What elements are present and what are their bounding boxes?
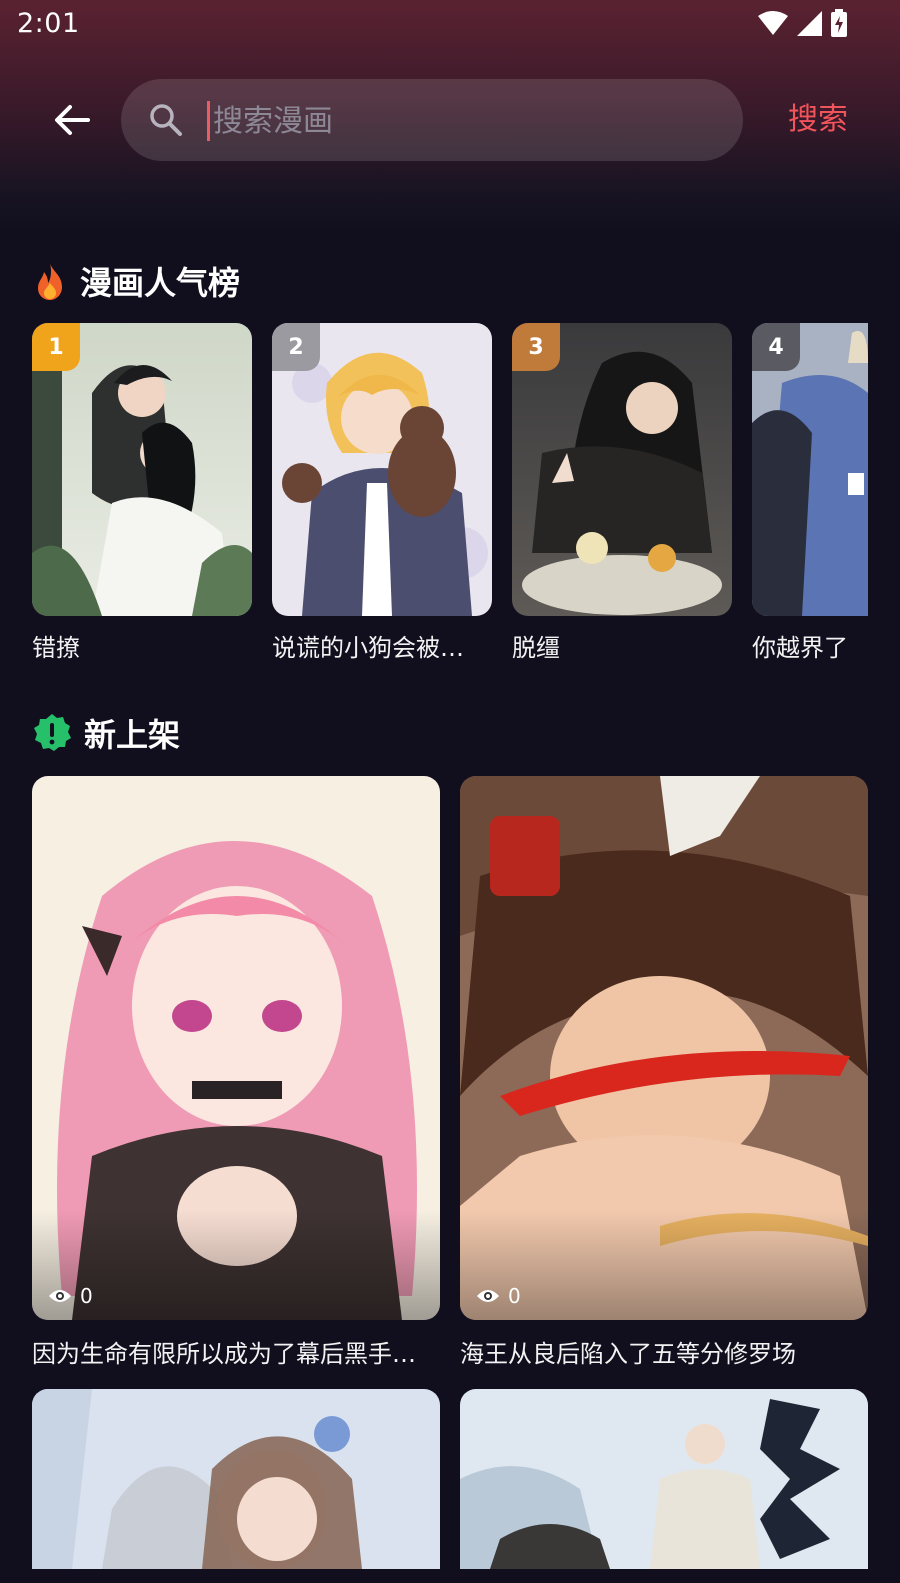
comic-title: 说谎的小狗会被吃掉: [272, 634, 484, 662]
ranking-card[interactable]: 1 错撩: [32, 323, 252, 663]
status-bar: 2:01: [0, 0, 900, 50]
new-releases-header: 新上架: [32, 710, 180, 756]
cellular-signal-icon: [796, 10, 822, 36]
comic-title: 海王从良后陷入了五等分修罗场: [460, 1340, 796, 1368]
new-releases-title: 新上架: [84, 716, 181, 754]
comic-title: 你越界了: [752, 634, 848, 662]
ranking-title: 漫画人气榜: [80, 264, 241, 302]
new-badge-icon: [32, 713, 72, 753]
comic-cover[interactable]: 4: [752, 323, 868, 616]
new-release-card[interactable]: [32, 1389, 440, 1583]
fire-icon: [32, 261, 68, 301]
rank-badge: 3: [512, 323, 560, 371]
comic-cover[interactable]: [460, 1389, 868, 1569]
search-button[interactable]: 搜索: [772, 96, 864, 144]
comic-cover[interactable]: [32, 1389, 440, 1569]
search-icon: [149, 103, 183, 137]
back-button[interactable]: [44, 92, 100, 148]
battery-charging-icon: [830, 9, 848, 37]
cover-shade: [32, 1210, 440, 1320]
ranking-carousel[interactable]: 1 错撩 2 说谎的小狗会被吃掉 3 脱缰 4 你越界了: [32, 323, 868, 683]
new-release-card[interactable]: [460, 1389, 868, 1583]
view-count: 0: [48, 1284, 93, 1308]
view-count: 0: [476, 1284, 521, 1308]
ranking-header: 漫画人气榜: [32, 258, 240, 304]
rank-badge: 2: [272, 323, 320, 371]
rank-badge: 1: [32, 323, 80, 371]
search-input[interactable]: [211, 97, 715, 145]
eye-icon: [48, 1288, 72, 1304]
arrow-left-icon: [54, 104, 90, 136]
search-box[interactable]: [121, 79, 743, 161]
comic-cover[interactable]: 1: [32, 323, 252, 616]
comic-cover[interactable]: 0: [32, 776, 440, 1320]
ranking-card[interactable]: 4 你越界了: [752, 323, 868, 663]
eye-icon: [476, 1288, 500, 1304]
ranking-card[interactable]: 2 说谎的小狗会被吃掉: [272, 323, 492, 663]
ranking-card[interactable]: 3 脱缰: [512, 323, 732, 663]
comic-cover[interactable]: 3: [512, 323, 732, 616]
comic-title: 脱缰: [512, 634, 560, 662]
comic-cover[interactable]: 2: [272, 323, 492, 616]
wifi-icon: [758, 10, 788, 36]
text-cursor: [207, 101, 210, 141]
cover-shade: [460, 1210, 868, 1320]
status-time: 2:01: [17, 8, 80, 39]
comic-title: 因为生命有限所以成为了幕后黑手的继承人: [32, 1340, 436, 1368]
comic-title: 错撩: [32, 634, 80, 662]
view-count-value: 0: [80, 1284, 93, 1308]
view-count-value: 0: [508, 1284, 521, 1308]
rank-badge: 4: [752, 323, 800, 371]
comic-cover[interactable]: 0: [460, 776, 868, 1320]
new-release-card[interactable]: 0 海王从良后陷入了五等分修罗场: [460, 776, 868, 1369]
new-release-card[interactable]: 0 因为生命有限所以成为了幕后黑手的继承人: [32, 776, 440, 1369]
status-icons: [758, 9, 848, 37]
